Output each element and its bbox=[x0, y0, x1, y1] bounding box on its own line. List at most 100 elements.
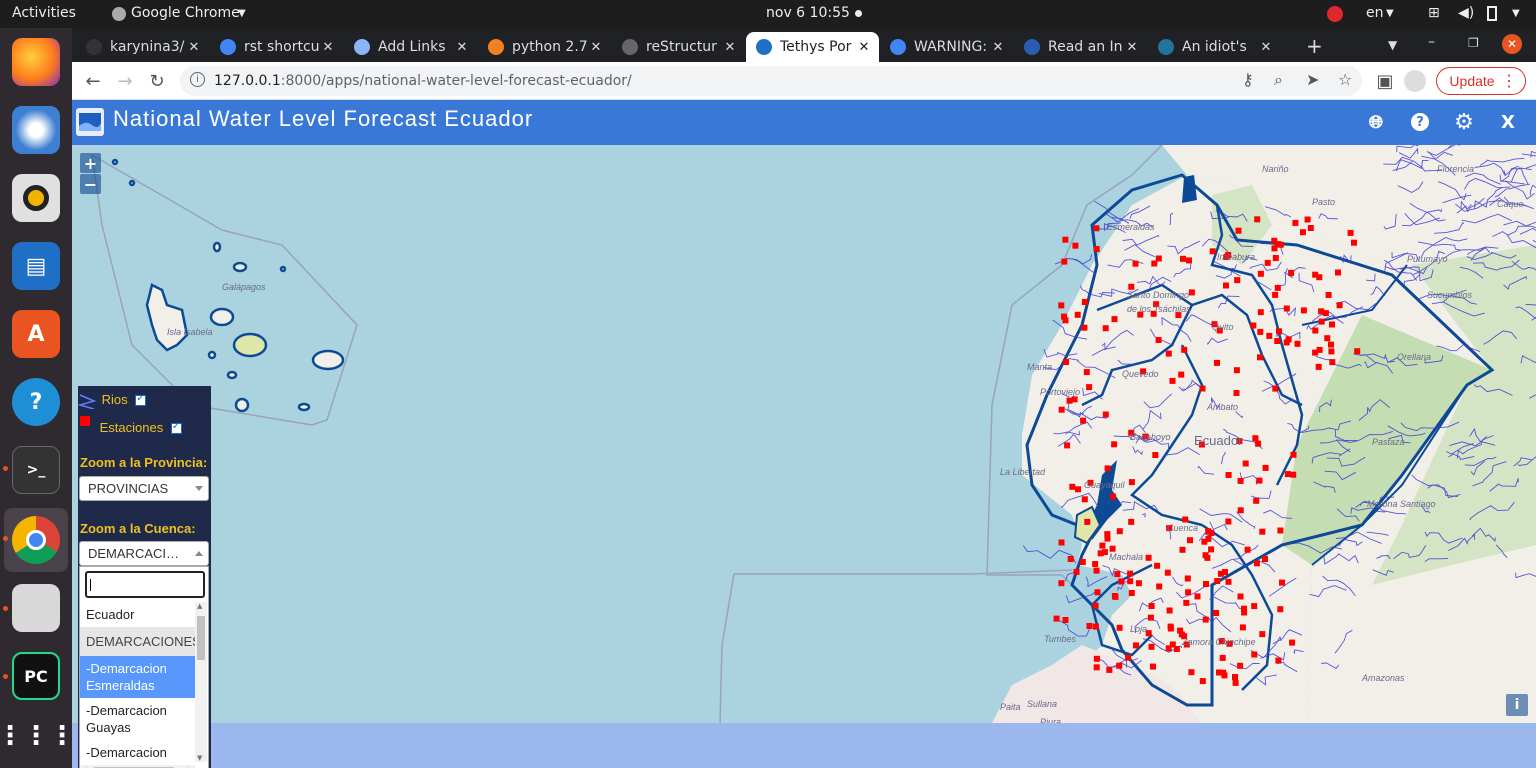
station-marker[interactable] bbox=[1279, 579, 1285, 586]
station-marker[interactable] bbox=[1145, 554, 1152, 561]
station-marker[interactable] bbox=[1148, 603, 1155, 609]
station-marker[interactable] bbox=[1277, 527, 1284, 534]
map-info-button[interactable]: i bbox=[1506, 694, 1528, 716]
station-marker[interactable] bbox=[1181, 346, 1188, 353]
station-marker[interactable] bbox=[1151, 260, 1158, 267]
station-marker[interactable] bbox=[1223, 282, 1229, 289]
station-marker[interactable] bbox=[1250, 322, 1257, 329]
station-marker[interactable] bbox=[1155, 337, 1162, 343]
station-marker[interactable] bbox=[1081, 324, 1088, 331]
station-marker[interactable] bbox=[1148, 643, 1155, 650]
station-marker[interactable] bbox=[1109, 493, 1116, 500]
station-marker[interactable] bbox=[1235, 227, 1242, 234]
station-marker[interactable] bbox=[1173, 646, 1180, 652]
station-marker[interactable] bbox=[1354, 348, 1361, 355]
station-marker[interactable] bbox=[1084, 518, 1091, 525]
station-marker[interactable] bbox=[1251, 603, 1258, 610]
station-marker[interactable] bbox=[1069, 483, 1076, 490]
station-marker[interactable] bbox=[1180, 255, 1186, 262]
tab-5[interactable]: reStructur ✕ bbox=[612, 32, 745, 62]
station-marker[interactable] bbox=[1290, 471, 1297, 478]
station-marker[interactable] bbox=[1257, 270, 1264, 277]
station-marker[interactable] bbox=[1167, 625, 1174, 632]
station-marker[interactable] bbox=[1093, 246, 1100, 253]
station-marker[interactable] bbox=[1322, 310, 1329, 317]
station-marker[interactable] bbox=[1156, 583, 1163, 590]
station-marker[interactable] bbox=[1237, 507, 1244, 514]
zoom-out-button[interactable]: − bbox=[80, 174, 101, 194]
station-marker[interactable] bbox=[1092, 602, 1099, 609]
station-marker[interactable] bbox=[1274, 284, 1281, 291]
station-marker[interactable] bbox=[1081, 299, 1088, 305]
station-marker[interactable] bbox=[1225, 472, 1232, 478]
station-marker[interactable] bbox=[1067, 556, 1074, 562]
station-marker[interactable] bbox=[1081, 496, 1088, 503]
station-marker[interactable] bbox=[1182, 516, 1189, 523]
station-marker[interactable] bbox=[1164, 569, 1171, 576]
station-marker[interactable] bbox=[1093, 664, 1100, 671]
station-marker[interactable] bbox=[1325, 292, 1332, 298]
station-marker[interactable] bbox=[1254, 216, 1261, 223]
tab-8[interactable]: Read an In ✕ bbox=[1014, 32, 1147, 62]
dropdown-vertical-scrollbar[interactable]: ▲ ▼ bbox=[195, 602, 207, 762]
station-marker[interactable] bbox=[1133, 642, 1139, 649]
station-marker[interactable] bbox=[1079, 559, 1086, 565]
station-marker[interactable] bbox=[1111, 593, 1118, 599]
station-marker[interactable] bbox=[1274, 338, 1281, 344]
station-marker[interactable] bbox=[1234, 277, 1241, 284]
station-marker[interactable] bbox=[1257, 328, 1264, 335]
station-marker[interactable] bbox=[1237, 593, 1244, 600]
station-marker[interactable] bbox=[1169, 377, 1176, 384]
update-button[interactable]: Update ⋮ bbox=[1436, 67, 1526, 95]
close-tab-icon[interactable]: ✕ bbox=[319, 40, 337, 55]
station-marker[interactable] bbox=[1312, 349, 1319, 356]
station-marker[interactable] bbox=[1347, 229, 1354, 236]
writer-icon[interactable]: ▤ bbox=[12, 242, 60, 290]
station-marker[interactable] bbox=[1277, 606, 1284, 613]
station-marker[interactable] bbox=[1271, 245, 1278, 252]
station-marker[interactable] bbox=[1284, 471, 1291, 478]
forward-icon[interactable]: → bbox=[112, 68, 138, 94]
station-marker[interactable] bbox=[1307, 225, 1314, 231]
station-marker[interactable] bbox=[1152, 452, 1159, 458]
station-marker[interactable] bbox=[1092, 561, 1099, 567]
station-marker[interactable] bbox=[1264, 259, 1271, 266]
station-marker[interactable] bbox=[1177, 627, 1184, 634]
tab-search-icon[interactable]: ▼ bbox=[1388, 38, 1397, 52]
station-marker[interactable] bbox=[1058, 580, 1065, 587]
station-marker[interactable] bbox=[1262, 464, 1269, 471]
station-marker[interactable] bbox=[1225, 518, 1232, 525]
pycharm-icon[interactable]: PC bbox=[12, 652, 60, 700]
scroll-thumb[interactable] bbox=[197, 616, 205, 660]
station-marker[interactable] bbox=[1086, 384, 1093, 391]
help-icon[interactable]: ? bbox=[1405, 107, 1435, 137]
new-tab-icon[interactable]: + bbox=[1306, 34, 1323, 58]
tab-6[interactable]: Tethys Por ✕ bbox=[746, 32, 879, 62]
close-tab-icon[interactable]: ✕ bbox=[989, 40, 1007, 55]
station-marker[interactable] bbox=[1066, 397, 1073, 404]
station-marker[interactable] bbox=[1061, 258, 1068, 265]
scroll-down-icon[interactable]: ▼ bbox=[197, 754, 202, 762]
station-marker[interactable] bbox=[1336, 302, 1343, 309]
address-bar[interactable]: i 127.0.0.1:8000/apps/national-water-lev… bbox=[180, 66, 1362, 96]
station-marker[interactable] bbox=[1214, 578, 1221, 584]
bookmark-star-icon[interactable]: ☆ bbox=[1338, 70, 1352, 89]
station-marker[interactable] bbox=[1290, 451, 1297, 458]
terminal-icon[interactable]: >_ bbox=[12, 446, 60, 494]
station-marker[interactable] bbox=[1187, 537, 1193, 544]
station-marker[interactable] bbox=[1283, 305, 1290, 312]
language-indicator[interactable]: en bbox=[1366, 5, 1384, 21]
station-marker[interactable] bbox=[1064, 442, 1071, 449]
station-marker[interactable] bbox=[1102, 325, 1109, 332]
tab-2[interactable]: rst shortcu ✕ bbox=[210, 32, 343, 62]
station-marker[interactable] bbox=[1165, 645, 1172, 652]
station-marker[interactable] bbox=[1329, 359, 1336, 366]
map-canvas[interactable]: Galápagos Isla Isabela Nariño Florencia Past… bbox=[72, 140, 1536, 727]
station-marker[interactable] bbox=[1062, 236, 1069, 243]
station-marker[interactable] bbox=[1092, 623, 1099, 630]
station-marker[interactable] bbox=[1253, 560, 1260, 567]
station-marker[interactable] bbox=[1299, 229, 1306, 236]
station-marker[interactable] bbox=[1072, 242, 1079, 249]
tab-4[interactable]: python 2.7 ✕ bbox=[478, 32, 611, 62]
station-marker[interactable] bbox=[1312, 271, 1319, 278]
